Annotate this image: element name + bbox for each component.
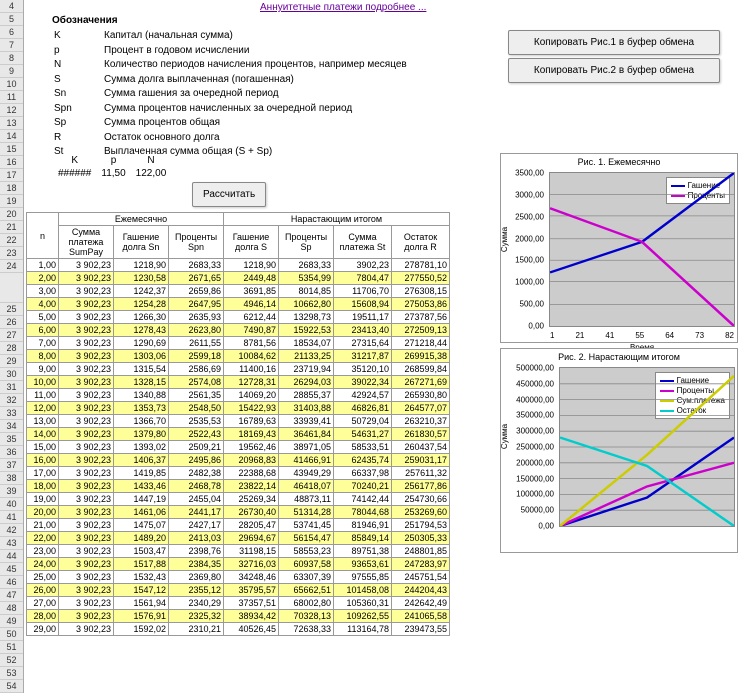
input-header-k: K xyxy=(54,155,95,166)
input-header-n: N xyxy=(132,155,171,166)
input-header-p: p xyxy=(97,155,129,166)
input-value-k[interactable]: ###### xyxy=(54,168,95,179)
copy-chart1-button[interactable]: Копировать Рис.1 в буфер обмена xyxy=(508,30,720,55)
chart-1: Рис. 1. Ежемесячно 0,00500,001000,001500… xyxy=(500,153,738,343)
definitions-table: KКапитал (начальная сумма)pПроцент в год… xyxy=(52,28,409,161)
chart1-ylabel: Сумма xyxy=(500,226,509,251)
chart1-plot: 0,00500,001000,001500,002000,002500,0030… xyxy=(549,172,735,327)
chart2-plot: 0,0050000,00100000,00150000,00200000,002… xyxy=(559,367,735,527)
section-heading: Обозначения xyxy=(52,15,118,26)
row-headers: 4567891011121314151617181920212223242526… xyxy=(0,0,24,693)
chart2-ylabel: Сумма xyxy=(500,424,509,449)
input-value-p[interactable]: 11,50 xyxy=(97,168,129,179)
chart-2: Рис. 2. Нарастающим итогом 0,0050000,001… xyxy=(500,348,738,553)
calculate-button[interactable]: Рассчитать xyxy=(192,182,266,207)
input-value-n[interactable]: 122,00 xyxy=(132,168,171,179)
data-table: nЕжемесячноНарастающим итогомСумма плате… xyxy=(26,212,450,636)
copy-chart2-button[interactable]: Копировать Рис.2 в буфер обмена xyxy=(508,58,720,83)
inputs-table: K p N ###### 11,50 122,00 xyxy=(52,153,172,181)
annuity-link[interactable]: Аннуитетные платежи подробнее ... xyxy=(260,2,426,13)
